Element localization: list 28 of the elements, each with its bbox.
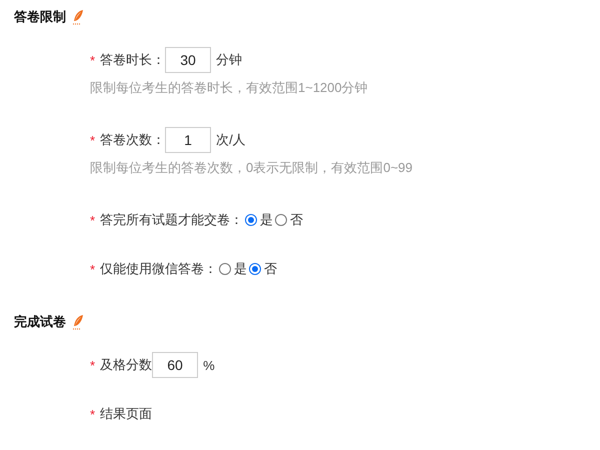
field-label: 答完所有试题才能交卷：	[100, 211, 244, 229]
required-mark: *	[90, 406, 96, 422]
field-label: 答卷时长：	[100, 51, 166, 69]
radio-option[interactable]: 否	[273, 211, 304, 229]
feather-icon	[72, 314, 84, 330]
required-mark: *	[90, 358, 96, 372]
radio-option[interactable]: 是	[243, 211, 274, 229]
number-field[interactable]: 1	[165, 127, 212, 153]
field-label: 结果页面	[100, 405, 152, 423]
unit-label: %	[203, 358, 215, 372]
hint-text: 限制每位考生的答卷时长，有效范围1~1200分钟	[90, 79, 369, 97]
feather-icon	[72, 9, 84, 25]
unit-label: 分钟	[216, 51, 242, 69]
hint-text: 限制每位考生的答卷次数，0表示无限制，有效范围0~99	[90, 159, 414, 177]
required-mark: *	[90, 212, 96, 228]
number-field[interactable]: 30	[165, 47, 212, 73]
required-mark: *	[90, 262, 96, 276]
unit-label: 次/人	[216, 131, 246, 149]
section-title: 完成试卷	[14, 313, 66, 331]
required-mark: *	[90, 52, 96, 68]
required-mark: *	[90, 132, 96, 148]
section-title: 答卷限制	[14, 8, 66, 26]
field-label: 及格分数	[100, 356, 152, 374]
number-field[interactable]: 60	[152, 352, 198, 378]
radio-option[interactable]: 是	[217, 260, 248, 278]
radio-option[interactable]: 否	[247, 260, 278, 278]
field-label: 答卷次数：	[100, 131, 166, 149]
field-label: 仅能使用微信答卷：	[100, 260, 218, 278]
